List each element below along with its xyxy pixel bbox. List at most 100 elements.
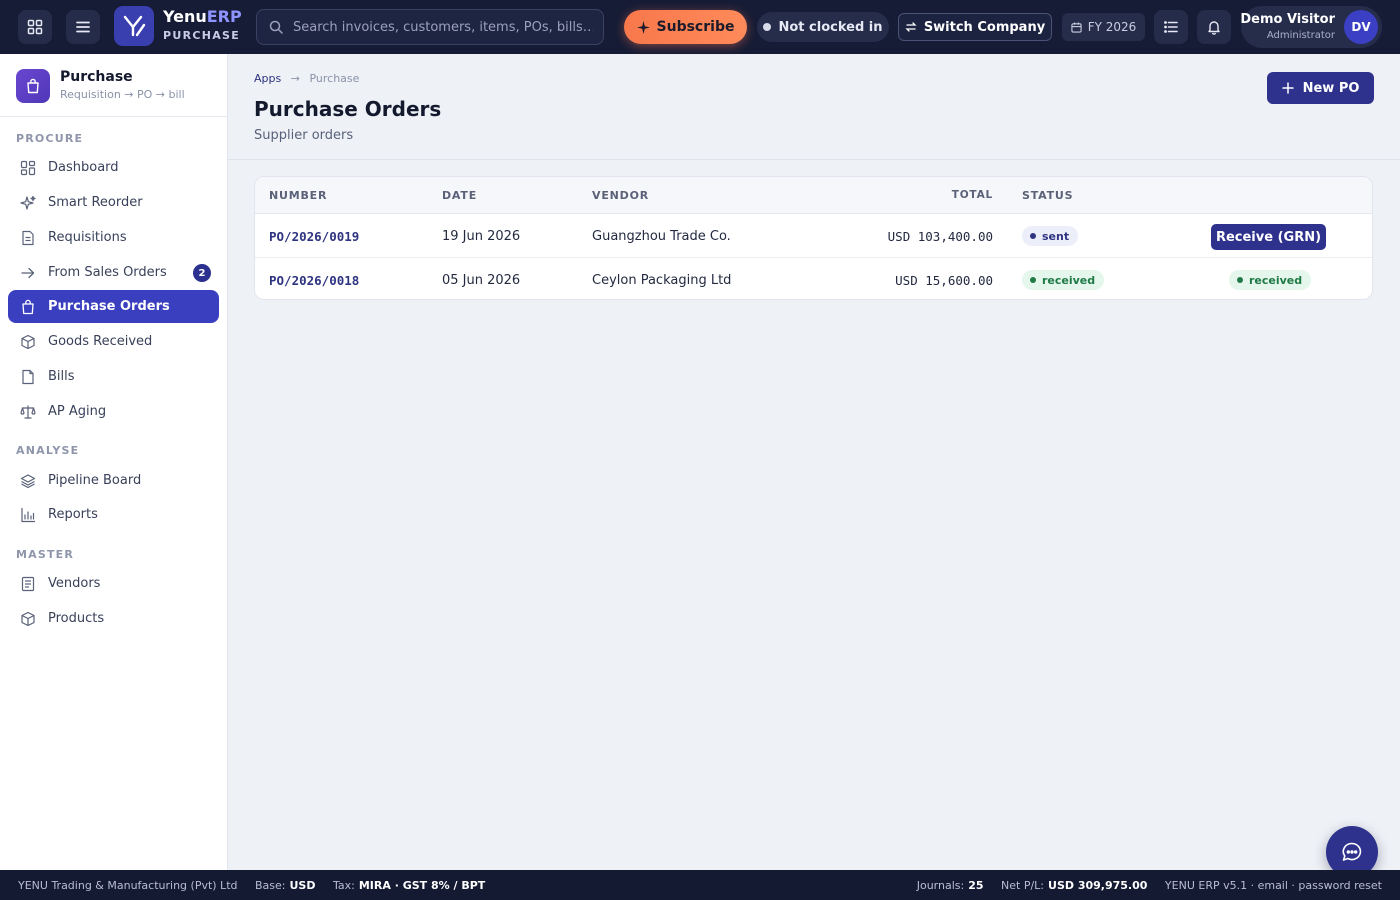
po-number-link[interactable]: PO/2026/0018	[269, 273, 359, 288]
action-label: received	[1249, 273, 1303, 287]
table-row[interactable]: PO/2026/0018 05 Jun 2026 Ceylon Packagin…	[255, 258, 1372, 299]
receive-grn-button[interactable]: Receive (GRN)	[1211, 224, 1326, 250]
sidebar-item-requisitions[interactable]: Requisitions	[8, 221, 219, 254]
fiscal-year-selector[interactable]: FY 2026	[1062, 13, 1145, 41]
footer-company: YENU Trading & Manufacturing (Pvt) Ltd	[18, 879, 238, 892]
search-icon	[269, 20, 283, 34]
switch-company-label: Switch Company	[923, 19, 1046, 35]
footer-journals: Journals: 25	[917, 879, 984, 892]
sparkle-icon	[20, 195, 36, 210]
subscribe-label: Subscribe	[656, 19, 735, 35]
top-bar: YenuERP PURCHASE Subscribe Not clocked i…	[0, 0, 1400, 54]
user-name: Demo Visitor	[1240, 12, 1335, 27]
status-badge: received	[1022, 270, 1105, 290]
sparkle-icon	[636, 20, 650, 34]
sidebar-item-from-sales-orders[interactable]: From Sales Orders 2	[8, 256, 219, 289]
status-dot-icon	[1030, 277, 1036, 283]
po-total: USD 103,400.00	[887, 229, 993, 244]
po-vendor: Ceylon Packaging Ltd	[592, 273, 732, 288]
plus-icon	[1281, 82, 1294, 94]
sidebar-item-reports[interactable]: Reports	[8, 498, 219, 531]
footer-version[interactable]: YENU ERP v5.1 · email · password reset	[1165, 879, 1382, 892]
clock-status-label: Not clocked in	[778, 19, 883, 35]
brand-name: Yenu	[163, 7, 207, 26]
page-title: Purchase Orders	[254, 97, 442, 121]
sidebar-item-vendors[interactable]: Vendors	[8, 567, 219, 600]
sidebar-item-label: Purchase Orders	[48, 299, 170, 314]
column-header-total[interactable]: TOTAL	[952, 189, 993, 201]
app-logo[interactable]	[114, 6, 154, 46]
sidebar-item-label: Reports	[48, 507, 98, 522]
clock-status-pill[interactable]: Not clocked in	[757, 12, 889, 42]
breadcrumb-apps-link[interactable]: Apps	[254, 72, 281, 85]
po-date: 19 Jun 2026	[442, 229, 521, 244]
footer-journals-label: Journals:	[916, 879, 965, 892]
layers-icon	[20, 473, 36, 488]
sidebar-item-goods-received[interactable]: Goods Received	[8, 325, 219, 358]
notifications-button[interactable]	[1197, 10, 1231, 44]
sidebar-item-label: AP Aging	[48, 404, 107, 419]
po-number-link[interactable]: PO/2026/0019	[269, 229, 359, 244]
status-badge: sent	[1022, 226, 1079, 246]
po-date: 05 Jun 2026	[442, 273, 521, 288]
avatar[interactable]: DV	[1344, 10, 1378, 44]
footer-netpl-label: Net P/L:	[1001, 879, 1045, 892]
user-menu[interactable]: Demo Visitor Administrator DV	[1240, 6, 1382, 48]
breadcrumb: Apps → Purchase	[254, 72, 359, 85]
sidebar-item-dashboard[interactable]: Dashboard	[8, 151, 219, 184]
purchase-app-icon	[16, 69, 50, 103]
status-label: sent	[1042, 229, 1070, 243]
column-header-number[interactable]: NUMBER	[269, 189, 327, 202]
document-icon	[22, 230, 34, 245]
list-icon	[21, 576, 35, 591]
task-list-button[interactable]	[1154, 10, 1188, 44]
table-header: NUMBER DATE VENDOR TOTAL STATUS	[255, 177, 1372, 214]
shopping-bag-icon	[27, 78, 39, 94]
footer-netpl: Net P/L: USD 309,975.00	[1001, 879, 1147, 892]
apps-grid-button[interactable]	[18, 10, 52, 44]
table-row[interactable]: PO/2026/0019 19 Jun 2026 Guangzhou Trade…	[255, 214, 1372, 258]
shopping-bag-icon	[22, 299, 34, 314]
sidebar-item-label: Dashboard	[48, 160, 119, 175]
column-header-vendor[interactable]: VENDOR	[592, 189, 649, 202]
received-action-badge: received	[1229, 270, 1312, 290]
yenu-logo-icon	[123, 15, 146, 37]
search-input[interactable]	[293, 19, 593, 35]
status-dot-icon	[1237, 277, 1243, 283]
column-header-date[interactable]: DATE	[442, 189, 477, 202]
sidebar-item-purchase-orders[interactable]: Purchase Orders	[8, 290, 219, 323]
footer-tax-label: Tax:	[332, 879, 355, 892]
sidebar-item-label: Smart Reorder	[48, 195, 143, 210]
sidebar-app-subtitle: Requisition → PO → bill	[60, 88, 185, 101]
fiscal-year-label: FY 2026	[1087, 20, 1137, 34]
bell-icon	[1208, 21, 1220, 35]
menu-toggle-button[interactable]	[66, 10, 100, 44]
app-brand: YenuERP PURCHASE	[163, 7, 242, 42]
chat-bubble-icon	[1342, 842, 1362, 861]
new-po-button[interactable]: New PO	[1267, 72, 1374, 104]
global-search[interactable]	[256, 9, 604, 45]
sidebar: Purchase Requisition → PO → bill PROCURE…	[0, 54, 228, 870]
footer-base: Base: USD	[255, 879, 316, 892]
new-po-label: New PO	[1302, 80, 1360, 96]
sidebar-item-label: From Sales Orders	[48, 265, 167, 280]
switch-company-button[interactable]: Switch Company	[898, 13, 1052, 41]
sidebar-item-bills[interactable]: Bills	[8, 360, 219, 393]
cube-icon	[21, 611, 35, 626]
sidebar-item-products[interactable]: Products	[8, 602, 219, 635]
sidebar-item-ap-aging[interactable]: AP Aging	[8, 395, 219, 428]
po-vendor: Guangzhou Trade Co.	[592, 229, 731, 244]
subscribe-button[interactable]: Subscribe	[624, 10, 747, 44]
box-icon	[21, 334, 35, 349]
column-header-status[interactable]: STATUS	[1022, 189, 1073, 202]
sidebar-item-label: Pipeline Board	[48, 473, 142, 488]
footer-left: YENU Trading & Manufacturing (Pvt) Ltd B…	[18, 879, 499, 892]
sidebar-item-pipeline-board[interactable]: Pipeline Board	[8, 464, 219, 497]
section-analyse: ANALYSE	[16, 444, 80, 457]
swap-icon	[905, 22, 917, 32]
sidebar-item-smart-reorder[interactable]: Smart Reorder	[8, 186, 219, 219]
footer-netpl-value: USD 309,975.00	[1048, 879, 1148, 892]
sidebar-item-label: Vendors	[48, 576, 101, 591]
file-icon	[22, 369, 34, 384]
status-dot-icon	[1030, 233, 1036, 239]
